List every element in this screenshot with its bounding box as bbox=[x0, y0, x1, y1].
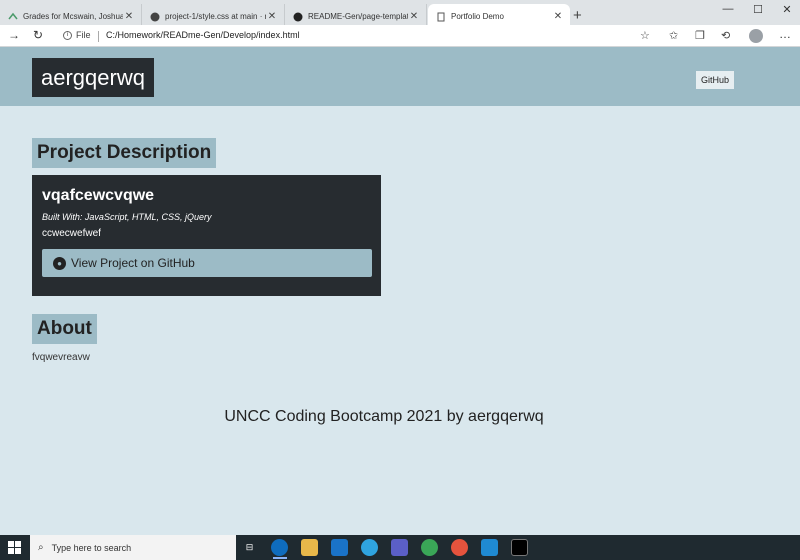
minimize-button[interactable]: — bbox=[713, 3, 743, 15]
site-info[interactable]: i File bbox=[63, 30, 91, 40]
taskbar: ⌕ Type here to search ⊟ bbox=[0, 535, 800, 560]
address-bar: → ↻ i File C:/Homework/READme-Gen/Develo… bbox=[0, 25, 800, 47]
search-placeholder: Type here to search bbox=[51, 542, 132, 553]
vscode-icon[interactable] bbox=[481, 539, 498, 556]
tab-title: README-Gen/page-template.js bbox=[308, 12, 408, 21]
github-icon bbox=[150, 12, 160, 22]
project-built-with: Built With: JavaScript, HTML, CSS, jQuer… bbox=[42, 212, 212, 222]
tab-title: project-1/style.css at main · mcs bbox=[165, 12, 266, 21]
view-project-label: View Project on GitHub bbox=[71, 256, 195, 270]
profile-avatar[interactable] bbox=[749, 29, 763, 43]
view-project-button[interactable]: ● View Project on GitHub bbox=[42, 249, 372, 277]
site-header: aergqerwq GitHub bbox=[0, 47, 800, 106]
site-title: aergqerwq bbox=[32, 58, 154, 97]
terminal-icon[interactable] bbox=[511, 539, 528, 556]
footer-text: UNCC Coding Bootcamp 2021 by aergqerwq bbox=[224, 408, 544, 425]
url-field[interactable]: C:/Homework/READme-Gen/Develop/index.htm… bbox=[106, 30, 300, 40]
close-icon[interactable]: ✕ bbox=[408, 11, 420, 22]
skype-icon[interactable] bbox=[361, 539, 378, 556]
about-section-title: About bbox=[32, 314, 97, 344]
history-icon[interactable]: ⟲ bbox=[721, 29, 730, 42]
maximize-button[interactable]: ☐ bbox=[743, 3, 773, 16]
collections-icon[interactable]: ❐ bbox=[695, 29, 705, 42]
project-card: vqafcewcvqwe Built With: JavaScript, HTM… bbox=[32, 175, 381, 296]
new-tab-button[interactable]: + bbox=[573, 7, 582, 24]
project-description: ccwecwefwef bbox=[42, 228, 101, 239]
project-title: vqafcewcvqwe bbox=[42, 187, 155, 204]
about-text: fvqwevreavw bbox=[32, 352, 90, 363]
project-section-title: Project Description bbox=[32, 138, 217, 168]
info-icon: i bbox=[63, 30, 72, 40]
canvas-icon bbox=[8, 12, 18, 22]
github-nav-link[interactable]: GitHub bbox=[696, 71, 735, 89]
divider bbox=[98, 31, 99, 42]
favorites-icon[interactable]: ✩ bbox=[669, 29, 678, 42]
site-info-label: File bbox=[76, 30, 91, 40]
close-icon[interactable]: ✕ bbox=[123, 11, 135, 22]
active-app-indicator bbox=[273, 557, 287, 559]
teams-icon[interactable] bbox=[391, 539, 408, 556]
chrome-icon[interactable] bbox=[451, 539, 468, 556]
task-view-icon[interactable]: ⊟ bbox=[241, 539, 258, 556]
refresh-icon[interactable]: ↻ bbox=[33, 28, 43, 42]
page-icon bbox=[436, 12, 446, 22]
slack-icon[interactable] bbox=[421, 539, 438, 556]
favorite-star-icon[interactable]: ☆ bbox=[640, 29, 650, 42]
back-arrow-icon[interactable]: → bbox=[8, 28, 20, 42]
search-icon: ⌕ bbox=[38, 542, 44, 553]
outlook-icon[interactable] bbox=[331, 539, 348, 556]
tab-title: Grades for Mcswain, Joshua: Bo bbox=[23, 12, 123, 21]
edge-icon[interactable] bbox=[271, 539, 288, 556]
menu-icon[interactable]: … bbox=[779, 27, 791, 41]
close-icon[interactable]: ✕ bbox=[552, 11, 564, 22]
file-explorer-icon[interactable] bbox=[301, 539, 318, 556]
github-icon bbox=[293, 12, 303, 22]
github-icon: ● bbox=[53, 256, 66, 270]
close-icon[interactable]: ✕ bbox=[266, 11, 278, 22]
window-close-button[interactable]: ✕ bbox=[772, 3, 800, 16]
windows-start-icon[interactable] bbox=[8, 541, 21, 554]
tab-title: Portfolio Demo bbox=[451, 12, 504, 21]
taskbar-search[interactable]: ⌕ Type here to search bbox=[30, 535, 236, 560]
